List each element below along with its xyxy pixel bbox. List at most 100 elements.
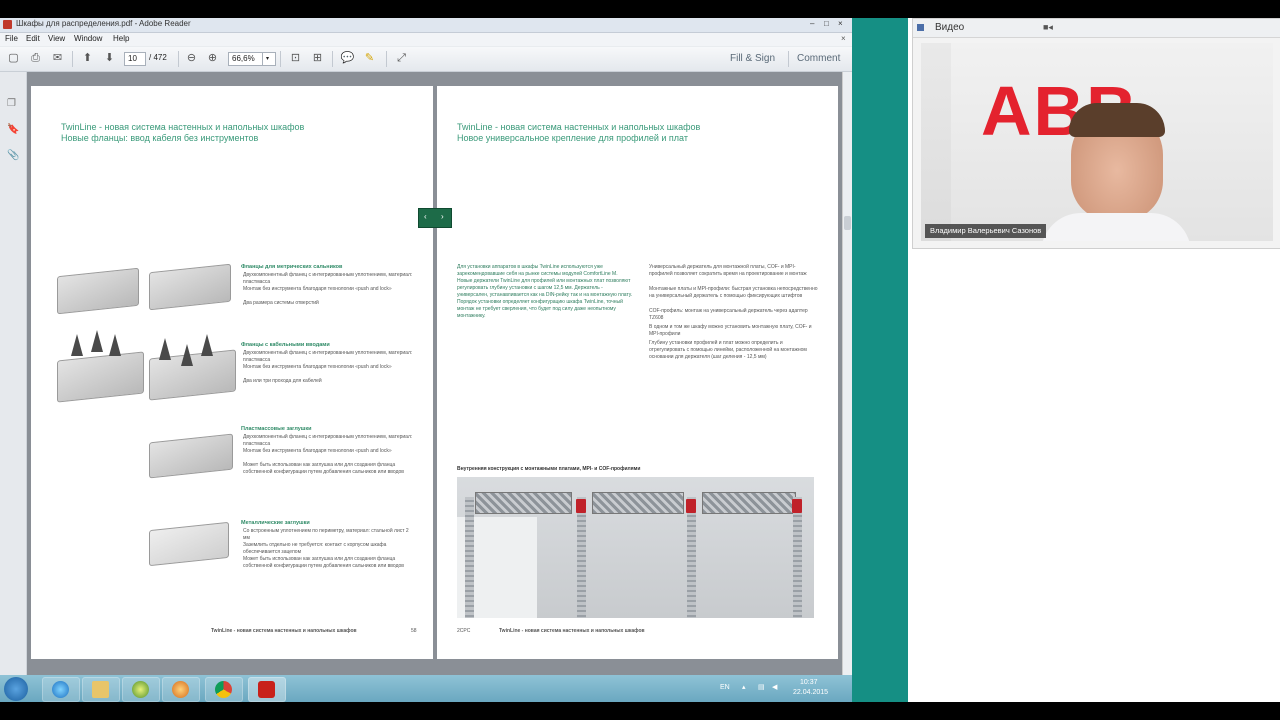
- section-bullet: Заземлить отдельно не требуется: контакт…: [243, 542, 387, 555]
- media-player-icon: [172, 681, 189, 698]
- page-footer-number: 58: [411, 628, 417, 634]
- zoom-dropdown-chevron-icon[interactable]: ▾: [262, 52, 276, 66]
- menu-window[interactable]: Window: [74, 34, 102, 43]
- intro-paragraph: Для установки аппаратов в шкафы TwinLine…: [457, 264, 633, 319]
- start-button[interactable]: [4, 677, 28, 701]
- tray-expand-icon[interactable]: ▴: [742, 683, 746, 691]
- toolbar-divider: [280, 51, 281, 67]
- folder-icon: [92, 681, 109, 698]
- print-icon[interactable]: ⎙: [28, 51, 43, 66]
- page-thumbnails-icon[interactable]: ❐: [7, 98, 18, 109]
- zoom-out-icon[interactable]: ⊖: [184, 51, 199, 66]
- fit-width-icon[interactable]: ⊞: [310, 51, 325, 66]
- scrollbar-thumb[interactable]: [844, 216, 851, 230]
- metal-cover-image: [149, 521, 229, 567]
- toolbar-divider: [178, 51, 179, 67]
- toolbar-divider: [332, 51, 333, 67]
- fit-page-icon[interactable]: ⊡: [288, 51, 303, 66]
- attachments-icon[interactable]: 📎: [7, 150, 19, 161]
- adobe-app-icon: [3, 20, 12, 29]
- maximize-button[interactable]: □: [824, 19, 829, 28]
- cable-entry-image: [201, 334, 213, 356]
- menu-bar: File Edit View Window Help ×: [0, 33, 852, 46]
- menu-help[interactable]: Help: [113, 34, 129, 43]
- presenter-hair: [1069, 103, 1165, 137]
- nav-prev-icon[interactable]: ‹: [424, 212, 427, 221]
- clock-time[interactable]: 10:37: [800, 679, 818, 686]
- page-total: / 472: [149, 53, 167, 62]
- menu-view[interactable]: View: [48, 34, 65, 43]
- cable-entry-image: [181, 344, 193, 366]
- highlight-icon[interactable]: ✎: [362, 51, 377, 66]
- feature-bullet: Монтажные платы и MPI-профили: быстрая у…: [649, 286, 818, 299]
- cable-entry-image: [159, 338, 171, 360]
- close-document-icon[interactable]: ×: [841, 34, 846, 43]
- language-indicator[interactable]: EN: [720, 684, 730, 691]
- cable-entry-image: [109, 334, 121, 356]
- next-page-icon[interactable]: ⬇: [102, 51, 117, 66]
- video-panel: Видео ■◂ ABB Владимир Валерьевич Сазонов: [912, 18, 1280, 249]
- section-bullet: Два или три прохода для кабелей: [243, 378, 322, 384]
- section-bullet: Двухкомпонентный фланец с интегрированны…: [243, 350, 413, 363]
- taskbar-ie[interactable]: [42, 677, 80, 702]
- navigation-rail: ❐ 🔖 📎: [0, 72, 27, 675]
- toolbar-divider: [72, 51, 73, 67]
- feature-bullet: COF-профиль: монтаж на универсальный дер…: [649, 308, 808, 321]
- volume-icon[interactable]: ◀: [772, 683, 777, 691]
- cable-entry-flange-image: [57, 351, 144, 403]
- cable-entry-image: [71, 334, 83, 356]
- presenter-name: Владимир Валерьевич Сазонов: [925, 224, 1047, 238]
- presenter-shirt: [1041, 213, 1191, 241]
- teal-side-panel: [852, 18, 908, 702]
- cable-entry-image: [91, 330, 103, 352]
- clock-date[interactable]: 22.04.2015: [793, 689, 828, 696]
- bookmarks-icon[interactable]: 🔖: [7, 124, 19, 135]
- pdf-page-right: TwinLine - новая система настенных и нап…: [437, 86, 838, 659]
- zoom-in-icon[interactable]: ⊕: [205, 51, 220, 66]
- expand-icon[interactable]: ⤢: [394, 51, 409, 66]
- adobe-reader-icon: [258, 681, 275, 698]
- previous-page-icon[interactable]: ⬆: [80, 51, 95, 66]
- nav-next-icon[interactable]: ›: [441, 212, 444, 221]
- plastic-cover-image: [149, 433, 233, 479]
- email-icon[interactable]: ✉: [50, 51, 65, 66]
- section-bullet: Монтаж без инструмента благодаря техноло…: [243, 286, 392, 292]
- fill-sign-button[interactable]: Fill & Sign: [730, 53, 775, 64]
- page-subtitle: Новые фланцы: ввод кабеля без инструмент…: [61, 133, 259, 143]
- windows-taskbar: EN ▴ ▤ ◀ 10:37 22.04.2015: [0, 675, 852, 702]
- presenter-video: ABB Владимир Валерьевич Сазонов: [921, 43, 1273, 241]
- section-heading: Фланцы с кабельными вводами: [241, 342, 330, 348]
- page-title: TwinLine - новая система настенных и нап…: [457, 122, 701, 132]
- taskbar-media[interactable]: [162, 677, 200, 702]
- zoom-level-select[interactable]: 66,6%: [228, 52, 264, 66]
- page-number-input[interactable]: 10: [124, 52, 146, 66]
- page-nav-buttons[interactable]: ‹ ›: [418, 208, 452, 228]
- taskbar-explorer[interactable]: [82, 677, 120, 702]
- menu-edit[interactable]: Edit: [26, 34, 40, 43]
- feature-bullet: Универсальный держатель для монтажной пл…: [649, 264, 807, 277]
- section-bullet: Два размера системы отверстий: [243, 300, 319, 306]
- network-icon[interactable]: ▤: [758, 683, 765, 691]
- taskbar-app[interactable]: [122, 677, 160, 702]
- bottom-black-bar: [0, 702, 1280, 720]
- cabinet-interior-photo: [457, 477, 814, 618]
- create-icon[interactable]: ▢: [6, 51, 21, 66]
- camera-icon[interactable]: ■◂: [1043, 22, 1053, 33]
- comment-bubble-icon[interactable]: 💬: [340, 51, 355, 66]
- menu-file[interactable]: File: [5, 34, 18, 43]
- section-bullet: Со встроенным уплотнением по периметру, …: [243, 528, 409, 541]
- taskbar-adobe-reader[interactable]: [248, 677, 286, 702]
- flange-image: [149, 263, 231, 311]
- page-footer-title: TwinLine - новая система настенных и нап…: [211, 628, 357, 634]
- document-viewport[interactable]: TwinLine - новая система настенных и нап…: [27, 72, 842, 675]
- adobe-reader-window: Шкафы для распределения.pdf - Adobe Read…: [0, 18, 853, 675]
- comment-button[interactable]: Comment: [797, 53, 840, 64]
- video-panel-header: Видео ■◂: [913, 19, 1280, 38]
- taskbar-chrome[interactable]: [205, 677, 243, 702]
- title-bar: Шкафы для распределения.pdf - Adobe Read…: [0, 18, 852, 33]
- panel-icon: [917, 24, 924, 31]
- section-bullet: Монтаж без инструмента благодаря техноло…: [243, 364, 392, 370]
- close-button[interactable]: ×: [838, 19, 843, 28]
- toolbar-divider: [386, 51, 387, 67]
- minimize-button[interactable]: –: [810, 19, 814, 28]
